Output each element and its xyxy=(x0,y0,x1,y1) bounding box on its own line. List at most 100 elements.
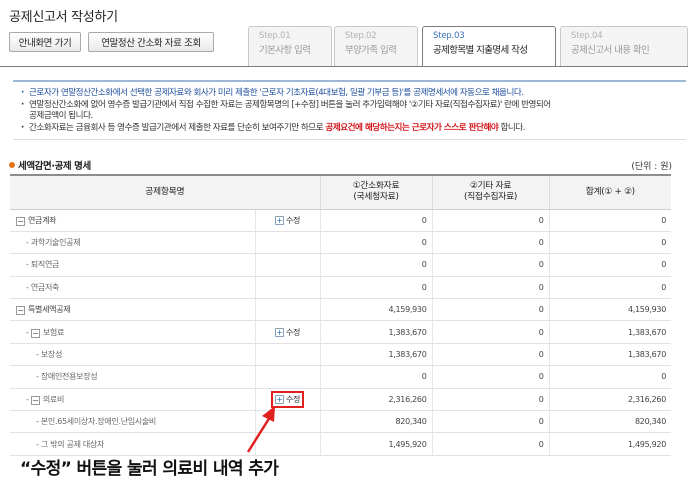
header-line: ②기타 자료 xyxy=(469,181,512,192)
edit-button-pension[interactable]: + 수정 xyxy=(274,215,301,226)
deduction-table: 공제항목명 ①간소화자료 (국세청자료) ②기타 자료 (직접수집자료) 합계(① … xyxy=(10,174,671,456)
other-value: 0 xyxy=(431,410,549,434)
notice-text: 연말정산간소화에 없어 영수증 발급기관에서 직접 수집한 자료는 공제항목명의… xyxy=(29,99,551,110)
page-title: 공제신고서 작성하기 xyxy=(9,10,118,25)
simplified-value: 0 xyxy=(319,231,432,255)
notice-text: 합니다. xyxy=(498,122,525,133)
row-label: 과학기술인공제 xyxy=(30,238,81,248)
other-value: 0 xyxy=(431,298,549,322)
step-tab-basic-info[interactable]: Step.01 기본사항 입력 xyxy=(248,26,332,66)
total-value: 0 xyxy=(548,231,671,255)
step-number: Step.01 xyxy=(259,31,291,41)
total-value: 0 xyxy=(548,209,671,232)
other-value: 0 xyxy=(431,365,549,389)
table-row: - 퇴직연금 0 0 0 xyxy=(10,253,671,277)
total-value: 1,383,670 xyxy=(548,343,671,367)
annotation-caption: “수정” 버튼을 눌러 의료비 내역 추가 xyxy=(20,459,279,479)
edit-cell: + 수정 xyxy=(254,320,320,344)
header-line: (직접수집자료) xyxy=(463,192,518,203)
simplified-data-lookup-button[interactable]: 연말정산 간소화 자료 조회 xyxy=(88,32,214,52)
step-number: Step.03 xyxy=(433,31,465,41)
guide-home-button[interactable]: 안내화면 가기 xyxy=(9,32,81,52)
simplified-value: 820,340 xyxy=(319,410,432,434)
column-header-other: ②기타 자료 (직접수집자료) xyxy=(431,175,549,210)
edit-cell xyxy=(254,253,320,277)
step-tabs-divider xyxy=(0,66,688,67)
row-label: 의료비 xyxy=(42,394,65,404)
notice-text: 간소화자료는 금융회사 등 영수증 발급기관에서 제출한 자료를 단순히 보여주… xyxy=(29,122,326,133)
step-name: 기본사항 입력 xyxy=(259,45,311,56)
other-value: 0 xyxy=(431,276,549,300)
row-label: 본인.65세이상자.장애인.난임시술비 xyxy=(40,417,156,427)
table-row: - − 보험료 + 수정 1,383,670 0 1,383,670 xyxy=(10,320,671,344)
other-value: 0 xyxy=(431,320,549,344)
collapse-icon[interactable]: − xyxy=(16,306,25,316)
edit-cell: + 수정 xyxy=(254,388,320,412)
simplified-value: 1,383,670 xyxy=(319,343,432,367)
step-tab-confirm[interactable]: Step.04 공제신고서 내용 확인 xyxy=(560,26,688,66)
notice-line-auto-fill: 근로자가 연말정산간소화에서 선택한 공제자료와 회사가 미리 제출한 '근로자… xyxy=(21,88,686,100)
row-label: 장애인전용보장성 xyxy=(40,372,98,382)
column-header-simplified: ①간소화자료 (국세청자료) xyxy=(319,175,432,210)
row-name: - 퇴직연금 xyxy=(10,253,255,277)
step-tab-dependents[interactable]: Step.02 부양가족 입력 xyxy=(334,26,418,66)
edit-cell: + 수정 xyxy=(254,209,320,232)
simplified-value: 1,495,920 xyxy=(319,432,432,456)
step-tab-deduction-details[interactable]: Step.03 공제항목별 지출명세 작성 xyxy=(422,26,556,67)
edit-label: 수정 xyxy=(285,394,301,404)
simplified-value: 2,316,260 xyxy=(319,388,432,412)
row-name: - 보장성 xyxy=(10,343,255,367)
header-line: ①간소화자료 xyxy=(352,181,400,192)
total-value: 0 xyxy=(548,253,671,277)
row-name: − 연금계좌 xyxy=(10,209,255,232)
row-name: − 특별세액공제 xyxy=(10,298,255,322)
table-row: - 보장성 1,383,670 0 1,383,670 xyxy=(10,343,671,367)
table-row: − 연금계좌 + 수정 0 0 0 xyxy=(10,209,671,232)
simplified-value: 4,159,930 xyxy=(319,298,432,322)
edit-cell xyxy=(254,343,320,367)
edit-cell xyxy=(254,365,320,389)
plus-icon: + xyxy=(274,215,284,225)
simplified-value: 0 xyxy=(319,253,432,277)
edit-cell xyxy=(254,410,320,434)
edit-button-insurance[interactable]: + 수정 xyxy=(274,327,301,338)
other-value: 0 xyxy=(431,253,549,277)
plus-icon: + xyxy=(274,394,284,404)
header-line: (국세청자료) xyxy=(353,192,399,203)
total-value: 4,159,930 xyxy=(548,298,671,322)
edit-button-medical[interactable]: + 수정 xyxy=(270,390,305,408)
collapse-icon[interactable]: − xyxy=(30,328,40,338)
notice-emphasis: 공제요건에 해당하는지는 근로자가 스스로 판단해야 xyxy=(325,122,499,133)
total-value: 1,383,670 xyxy=(548,320,671,344)
total-value: 1,495,920 xyxy=(548,432,671,456)
total-value: 820,340 xyxy=(548,410,671,434)
notice-line-manual-input: 연말정산간소화에 없어 영수증 발급기관에서 직접 수집한 자료는 공제항목명의… xyxy=(21,100,686,123)
row-label: 퇴직연금 xyxy=(30,260,60,270)
table-row: - 과학기술인공제 0 0 0 xyxy=(10,231,671,255)
collapse-icon[interactable]: − xyxy=(30,395,40,405)
table-row: - 그 밖의 공제 대상자 1,495,920 0 1,495,920 xyxy=(10,432,671,456)
other-value: 0 xyxy=(431,388,549,412)
section-title-text: 세액감면·공제 명세 xyxy=(18,161,91,172)
row-label: 보험료 xyxy=(42,327,65,337)
edit-label: 수정 xyxy=(285,215,301,225)
edit-label: 수정 xyxy=(285,327,301,337)
column-header-item: 공제항목명 xyxy=(10,175,320,210)
collapse-icon[interactable]: − xyxy=(16,216,25,226)
notice-text: 공제금액이 됩니다. xyxy=(29,111,93,121)
edit-cell xyxy=(254,432,320,456)
row-name: - 과학기술인공제 xyxy=(10,231,255,255)
other-value: 0 xyxy=(431,343,549,367)
step-number: Step.04 xyxy=(571,31,603,41)
row-name: - 연금저축 xyxy=(10,276,255,300)
row-label: 보장성 xyxy=(40,350,63,360)
table-row: - 본인.65세이상자.장애인.난임시술비 820,340 0 820,340 xyxy=(10,410,671,434)
row-label: 그 밖의 공제 대상자 xyxy=(40,439,105,449)
edit-cell xyxy=(254,276,320,300)
simplified-value: 0 xyxy=(319,209,432,232)
row-name: - 그 밖의 공제 대상자 xyxy=(10,432,255,456)
row-label: 특별세액공제 xyxy=(28,305,71,315)
unit-label: (단위 : 원) xyxy=(631,162,672,172)
plus-icon: + xyxy=(274,327,284,337)
table-row: - 장애인전용보장성 0 0 0 xyxy=(10,365,671,389)
